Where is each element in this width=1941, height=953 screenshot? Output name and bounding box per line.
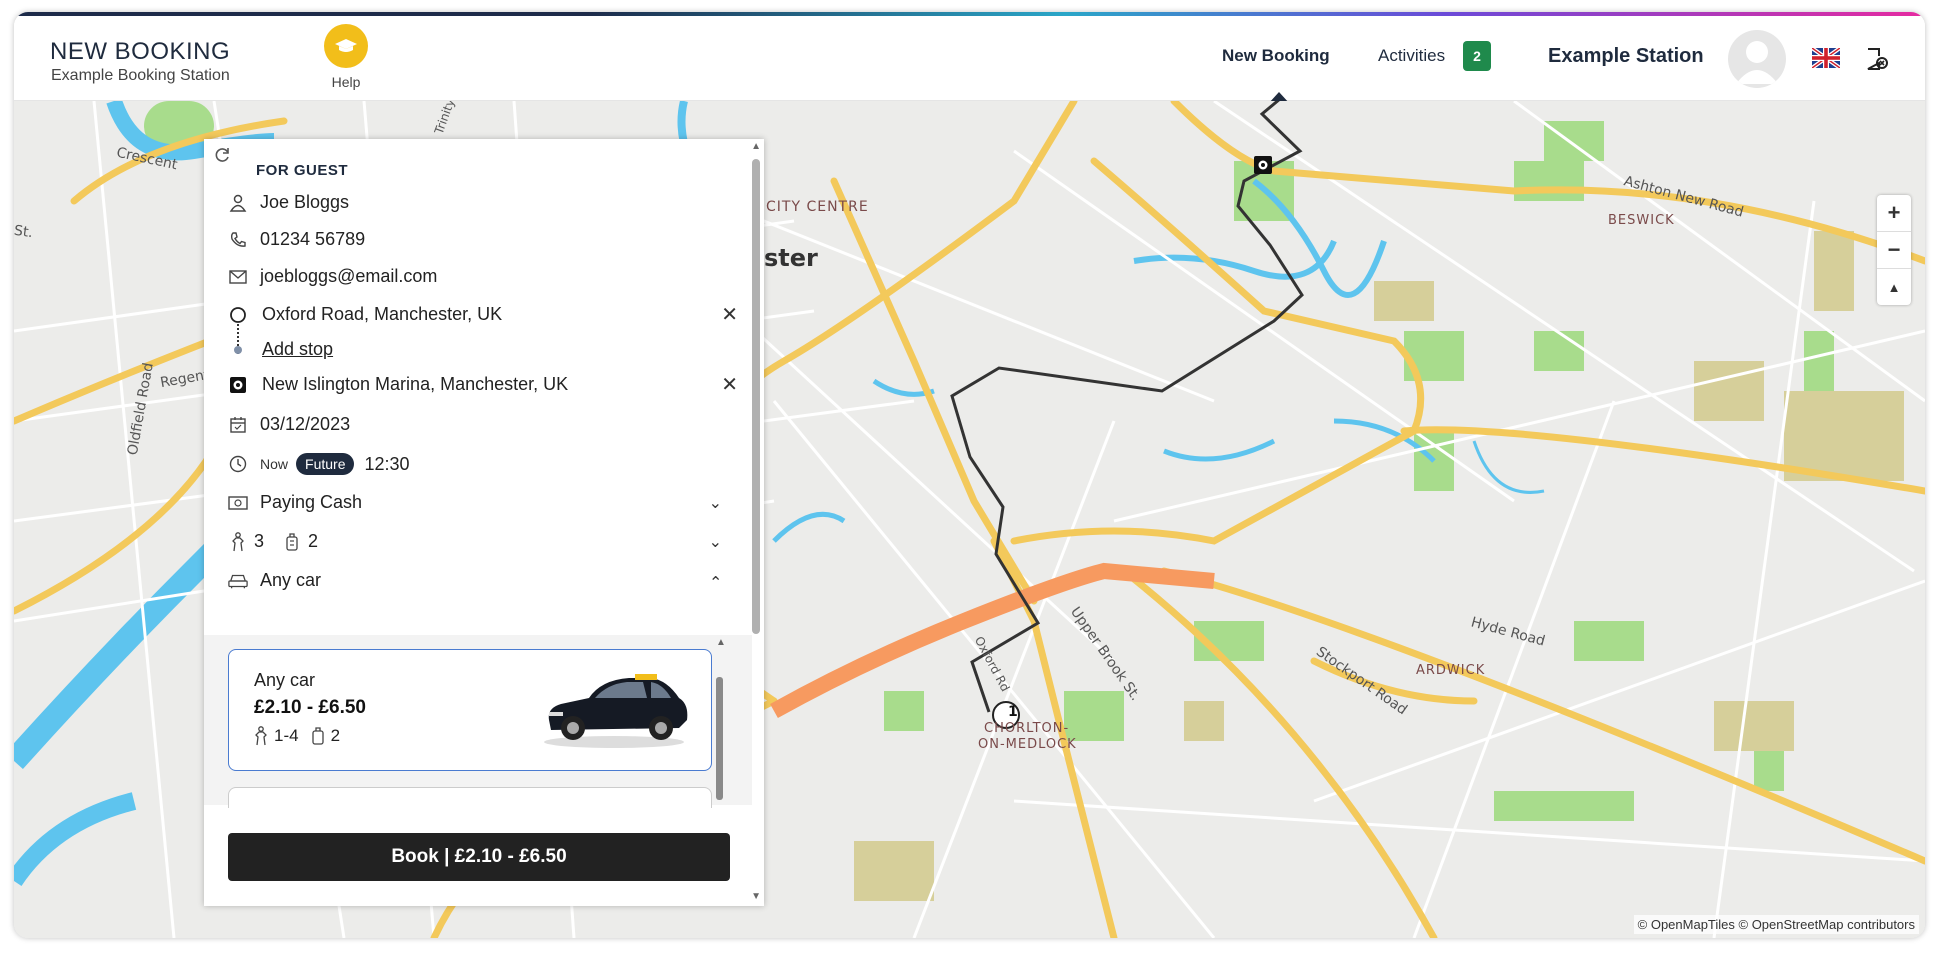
scroll-down-icon[interactable]: ▼ [751, 891, 761, 902]
graduation-cap-icon [324, 24, 368, 68]
car-option-name: Any car [254, 670, 316, 690]
chevron-down-icon[interactable]: ⌄ [709, 532, 722, 552]
luggage-icon [282, 532, 302, 552]
car-option-capacity: 1-4 2 [254, 726, 340, 746]
cash-icon [228, 493, 248, 513]
app-window: NEW BOOKING Example Booking Station Help… [14, 12, 1925, 938]
passenger-icon [255, 726, 267, 746]
guest-email-row[interactable]: joebloggs@email.com [228, 266, 437, 287]
luggage-count: 2 [308, 531, 319, 551]
car-option-card[interactable]: Any car £2.10 - £6.50 1-4 2 [228, 649, 712, 771]
logout-icon[interactable] [1864, 46, 1890, 72]
chevron-down-icon[interactable]: ⌄ [709, 493, 722, 513]
mail-icon [228, 267, 248, 287]
compass-button[interactable]: ▲ [1877, 269, 1911, 305]
nav-new-booking[interactable]: New Booking [1222, 46, 1330, 66]
booking-panel: ▲ ▼ FOR GUEST Joe Bloggs 01234 56789 joe… [204, 139, 764, 906]
car-option-card-next[interactable] [228, 787, 712, 808]
guest-phone-row[interactable]: 01234 56789 [228, 229, 365, 250]
refresh-icon[interactable] [212, 145, 232, 165]
stop-dot-icon [228, 345, 248, 355]
clear-dropoff-icon[interactable]: ✕ [721, 372, 738, 397]
booking-date: 03/12/2023 [260, 414, 351, 434]
guest-email: joebloggs@email.com [260, 266, 438, 286]
page-title: NEW BOOKING [50, 38, 231, 65]
date-row[interactable]: 03/12/2023 [228, 414, 350, 435]
page-subtitle: Example Booking Station [51, 67, 230, 84]
zoom-in-button[interactable]: + [1877, 195, 1911, 232]
car-options-list: Any car £2.10 - £6.50 1-4 2 ▲ [204, 635, 752, 808]
map-label-ardwick: ARDWICK [1416, 663, 1486, 678]
destination-marker [1254, 156, 1272, 174]
for-guest-label[interactable]: FOR GUEST [256, 162, 348, 179]
dropoff-row[interactable]: New Islington Marina, Manchester, UK ✕ [228, 372, 738, 397]
luggage-icon [311, 727, 324, 745]
chevron-up-icon[interactable]: ⌄ [709, 571, 722, 591]
taxi-car-image [539, 668, 689, 750]
car-option-price: £2.10 - £6.50 [254, 697, 366, 718]
passengers-luggage-row[interactable]: 3 2 ⌄ [228, 531, 738, 552]
map-label-chorlton-2: ON-MEDLOCK [978, 737, 1077, 752]
help-button[interactable]: Help [316, 24, 376, 90]
pickup-circle-icon [228, 306, 248, 324]
add-stop-row[interactable]: Add stop [228, 339, 738, 360]
booking-time[interactable]: 12:30 [364, 454, 409, 475]
car-option-passengers: 1-4 [274, 726, 299, 745]
zoom-controls: + − ▲ [1877, 195, 1911, 305]
car-type: Any car [260, 570, 322, 590]
user-avatar-icon[interactable] [1728, 30, 1786, 88]
payment-row[interactable]: Paying Cash ⌄ [228, 492, 738, 513]
car-option-luggage: 2 [330, 726, 341, 745]
map-attribution[interactable]: © OpenMapTiles © OpenStreetMap contribut… [1633, 915, 1919, 934]
station-name: Example Station [1548, 45, 1704, 67]
zoom-out-button[interactable]: − [1877, 232, 1911, 269]
guest-name: Joe Bloggs [260, 192, 350, 212]
map-label-beswick: BESWICK [1608, 213, 1675, 228]
time-future-option[interactable]: Future [296, 453, 355, 475]
guest-phone: 01234 56789 [260, 229, 366, 249]
map-label-city-centre: CITY CENTRE [766, 199, 869, 215]
help-label: Help [331, 74, 361, 90]
guest-name-row[interactable]: Joe Bloggs [228, 192, 349, 213]
car-list-scrollbar[interactable] [716, 677, 723, 800]
destination-square-icon [228, 376, 248, 394]
clear-pickup-icon[interactable]: ✕ [721, 302, 738, 327]
car-icon [228, 571, 248, 591]
calendar-icon [228, 415, 248, 435]
clock-icon [228, 454, 248, 474]
map-label-st: St. [14, 222, 34, 242]
scroll-up-icon[interactable]: ▲ [751, 141, 761, 152]
nav-activities[interactable]: Activities [1378, 46, 1445, 66]
passenger-count: 3 [254, 531, 265, 551]
car-type-row[interactable]: Any car ⌄ [228, 570, 738, 591]
pickup-address: Oxford Road, Manchester, UK [262, 304, 503, 324]
add-stop-link[interactable]: Add stop [262, 339, 333, 360]
start-marker-number: 1 [1008, 704, 1018, 720]
time-row: Now Future 12:30 [228, 453, 410, 475]
passenger-icon [228, 531, 248, 552]
payment-method: Paying Cash [260, 492, 363, 512]
phone-icon [228, 230, 248, 250]
sub-scroll-up-icon[interactable]: ▲ [716, 637, 726, 648]
pickup-row[interactable]: Oxford Road, Manchester, UK ✕ [228, 302, 738, 327]
header: NEW BOOKING Example Booking Station Help… [14, 16, 1925, 104]
uk-flag-icon[interactable] [1810, 46, 1842, 70]
dropoff-address: New Islington Marina, Manchester, UK [262, 374, 569, 394]
time-now-option[interactable]: Now [260, 456, 288, 472]
map-label-manchester: ster [764, 244, 818, 272]
activities-count-badge: 2 [1463, 41, 1491, 71]
map-label-chorlton-1: CHORLTON- [984, 721, 1070, 736]
book-button[interactable]: Book | £2.10 - £6.50 [228, 833, 730, 881]
person-icon [228, 193, 248, 213]
panel-scrollbar[interactable] [752, 159, 760, 634]
